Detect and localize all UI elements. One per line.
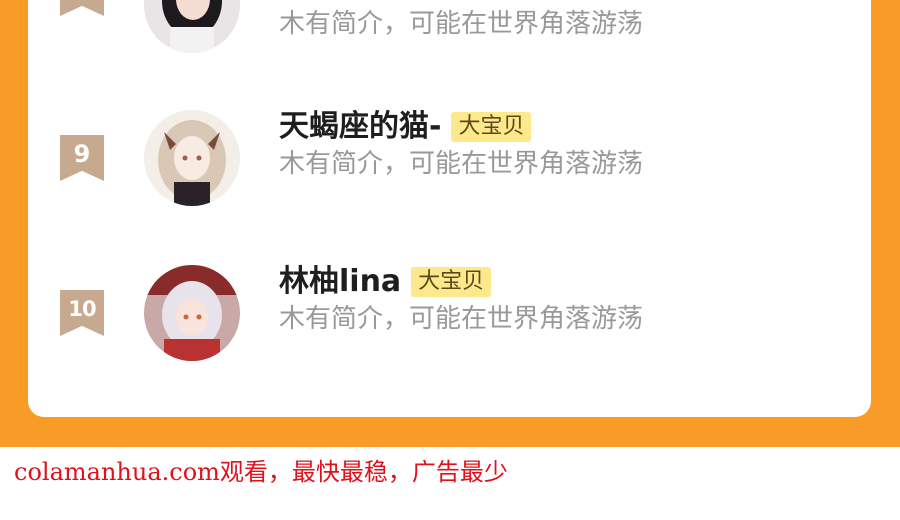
user-intro: 木有简介，可能在世界角落游荡 xyxy=(279,9,644,39)
username-text: 天蝎座的猫- xyxy=(279,109,442,144)
rank-number: 9 xyxy=(73,140,91,168)
ranking-row[interactable]: 10 林柚lina 大宝贝 木有简介，可能在世界角落游荡 xyxy=(28,264,871,385)
level-badge: 大宝贝 xyxy=(451,112,532,142)
ranking-row[interactable]: 8 木有简介，可能在世界角落游荡 xyxy=(28,0,871,90)
username[interactable]: 林柚lina 大宝贝 xyxy=(279,264,492,300)
username-text: 林柚lina xyxy=(279,264,402,299)
rank-ribbon-icon: 10 xyxy=(60,290,104,336)
rank-number: 8 xyxy=(74,0,91,3)
username[interactable]: 天蝎座的猫- 大宝贝 xyxy=(279,109,532,145)
rank-number: 10 xyxy=(68,297,96,321)
rank-ribbon-icon: 9 xyxy=(60,135,104,181)
avatar[interactable] xyxy=(144,265,240,361)
watermark-text: colamanhua.com观看，最快最稳，广告最少 xyxy=(14,458,508,486)
user-intro: 木有简介，可能在世界角落游荡 xyxy=(279,304,644,334)
user-intro: 木有简介，可能在世界角落游荡 xyxy=(279,149,644,179)
rank-ribbon-icon: 8 xyxy=(60,0,104,16)
avatar[interactable] xyxy=(144,0,240,53)
avatar[interactable] xyxy=(144,110,240,206)
ranking-card: 8 木有简介，可能在世界角落游荡 9 xyxy=(28,0,871,417)
ranking-row[interactable]: 9 天蝎座的猫- 大宝贝 木有简介，可能在世界角落游荡 xyxy=(28,109,871,230)
level-badge: 大宝贝 xyxy=(411,267,492,297)
